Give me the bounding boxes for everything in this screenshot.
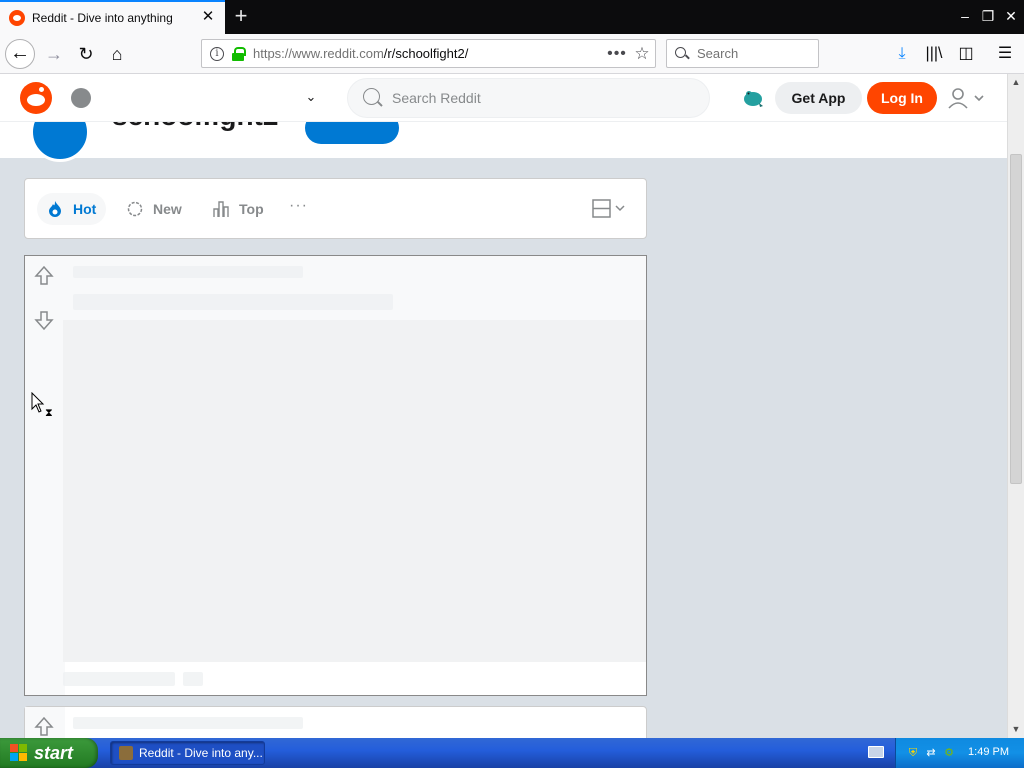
post-placeholder-card[interactable]	[24, 706, 647, 738]
reddit-logo-icon[interactable]	[20, 82, 52, 114]
reddit-search-placeholder: Search Reddit	[392, 90, 481, 106]
sort-hot-label: Hot	[73, 201, 97, 217]
login-button[interactable]: Log In	[867, 82, 937, 114]
bar-chart-icon	[213, 201, 229, 217]
sort-top-label: Top	[239, 201, 264, 217]
sort-new-label: New	[153, 201, 182, 217]
post-loading-media	[63, 320, 646, 662]
window-restore-button[interactable]: ❐	[977, 5, 999, 27]
upvote-arrow-icon[interactable]	[33, 264, 55, 288]
taskbar-item-firefox[interactable]: Reddit - Dive into any...	[110, 741, 265, 765]
library-icon[interactable]: |||\	[923, 43, 945, 65]
back-arrow-icon[interactable]: ←	[5, 39, 35, 69]
firefox-app-icon	[119, 746, 133, 760]
security-shield-icon[interactable]: ⛨	[906, 746, 920, 760]
tray-clock: 1:49 PM	[968, 746, 1009, 758]
sort-hot-button[interactable]: Hot	[37, 193, 107, 225]
post-placeholder-card[interactable]	[24, 255, 647, 696]
reddit-header: ⌄ Search Reddit Get App Log In	[0, 74, 1007, 122]
loading-line	[73, 266, 303, 278]
loading-line	[183, 672, 203, 686]
page-scrollbar[interactable]: ▲ ▼	[1007, 74, 1024, 738]
page-actions-more-icon[interactable]: •••	[605, 45, 629, 63]
site-info-icon[interactable]: i	[210, 46, 224, 61]
bookmark-star-icon[interactable]: ☆	[629, 44, 655, 64]
forward-arrow-icon[interactable]: →	[39, 39, 69, 69]
secure-lock-icon[interactable]	[232, 46, 246, 61]
page-viewport: ⌄ Search Reddit Get App Log In schoolfig…	[0, 74, 1007, 738]
community-icon	[71, 88, 91, 108]
browser-tab-strip: Reddit - Dive into anything ✕ + – ❐ ✕	[0, 0, 1024, 34]
loading-line	[73, 717, 303, 729]
hourglass-busy-icon: ⧗	[45, 407, 53, 419]
scroll-up-arrow-icon[interactable]: ▲	[1008, 74, 1024, 90]
downvote-arrow-icon[interactable]	[33, 308, 55, 332]
reddit-search-input[interactable]: Search Reddit	[347, 78, 710, 118]
sidebar-toggle-icon[interactable]: ◫	[955, 43, 977, 65]
sparkle-badge-icon	[127, 201, 143, 217]
keyboard-language-icon[interactable]	[868, 746, 884, 758]
sort-top-button[interactable]: Top	[211, 193, 264, 225]
home-icon[interactable]: ⌂	[102, 39, 132, 69]
search-icon	[363, 88, 383, 108]
tab-close-icon[interactable]: ✕	[199, 8, 217, 26]
search-icon	[675, 46, 689, 61]
hamburger-menu-icon[interactable]: ☰	[994, 43, 1016, 65]
reddit-favicon-icon	[9, 10, 25, 26]
community-banner: schoolfight2	[0, 102, 1007, 162]
loading-line	[63, 672, 175, 686]
layout-switcher-icon[interactable]	[591, 197, 629, 221]
sort-new-button[interactable]: New	[125, 193, 182, 225]
user-menu-icon[interactable]	[946, 86, 988, 110]
snoo-mascot-icon[interactable]	[742, 86, 764, 108]
upvote-arrow-icon[interactable]	[33, 715, 55, 738]
start-label: start	[34, 742, 74, 763]
window-minimize-button[interactable]: –	[954, 5, 976, 27]
chevron-down-icon[interactable]: ⌄	[302, 88, 320, 106]
window-close-button[interactable]: ✕	[1000, 5, 1022, 27]
browser-search-placeholder: Search	[697, 46, 739, 61]
network-icon[interactable]: ⇄	[924, 746, 938, 760]
browser-nav-bar: ← → ↻ ⌂ i https://www.reddit.com/r/schoo…	[0, 34, 1024, 74]
reload-icon[interactable]: ↻	[71, 39, 101, 69]
sort-more-icon[interactable]: ···	[289, 193, 308, 225]
loading-line	[73, 294, 393, 310]
system-tray: ⛨ ⇄ ⚙ 1:49 PM	[895, 738, 1024, 768]
scroll-down-arrow-icon[interactable]: ▼	[1008, 721, 1024, 737]
url-bar[interactable]: i https://www.reddit.com/r/schoolfight2/…	[201, 39, 656, 68]
browser-tab-reddit[interactable]: Reddit - Dive into anything ✕	[0, 0, 225, 34]
downloads-icon[interactable]: ⤓	[891, 43, 913, 65]
scrollbar-thumb[interactable]	[1010, 154, 1022, 484]
url-path: /r/schoolfight2/	[383, 46, 469, 61]
get-app-button[interactable]: Get App	[775, 82, 862, 114]
safely-remove-icon[interactable]: ⚙	[942, 746, 956, 760]
sort-bar: Hot New Top ···	[24, 178, 647, 239]
windows-logo-icon	[10, 744, 28, 762]
browser-search-input[interactable]: Search	[666, 39, 819, 68]
tab-title: Reddit - Dive into anything	[32, 11, 173, 25]
new-tab-button[interactable]: +	[229, 4, 253, 28]
mouse-pointer-icon	[31, 392, 45, 413]
url-host: https://www.reddit.com	[253, 46, 384, 61]
flame-icon	[49, 201, 61, 217]
start-button[interactable]: start	[0, 738, 98, 768]
url-text[interactable]: https://www.reddit.com/r/schoolfight2/	[253, 46, 605, 61]
taskbar-item-title: Reddit - Dive into any...	[139, 746, 263, 760]
